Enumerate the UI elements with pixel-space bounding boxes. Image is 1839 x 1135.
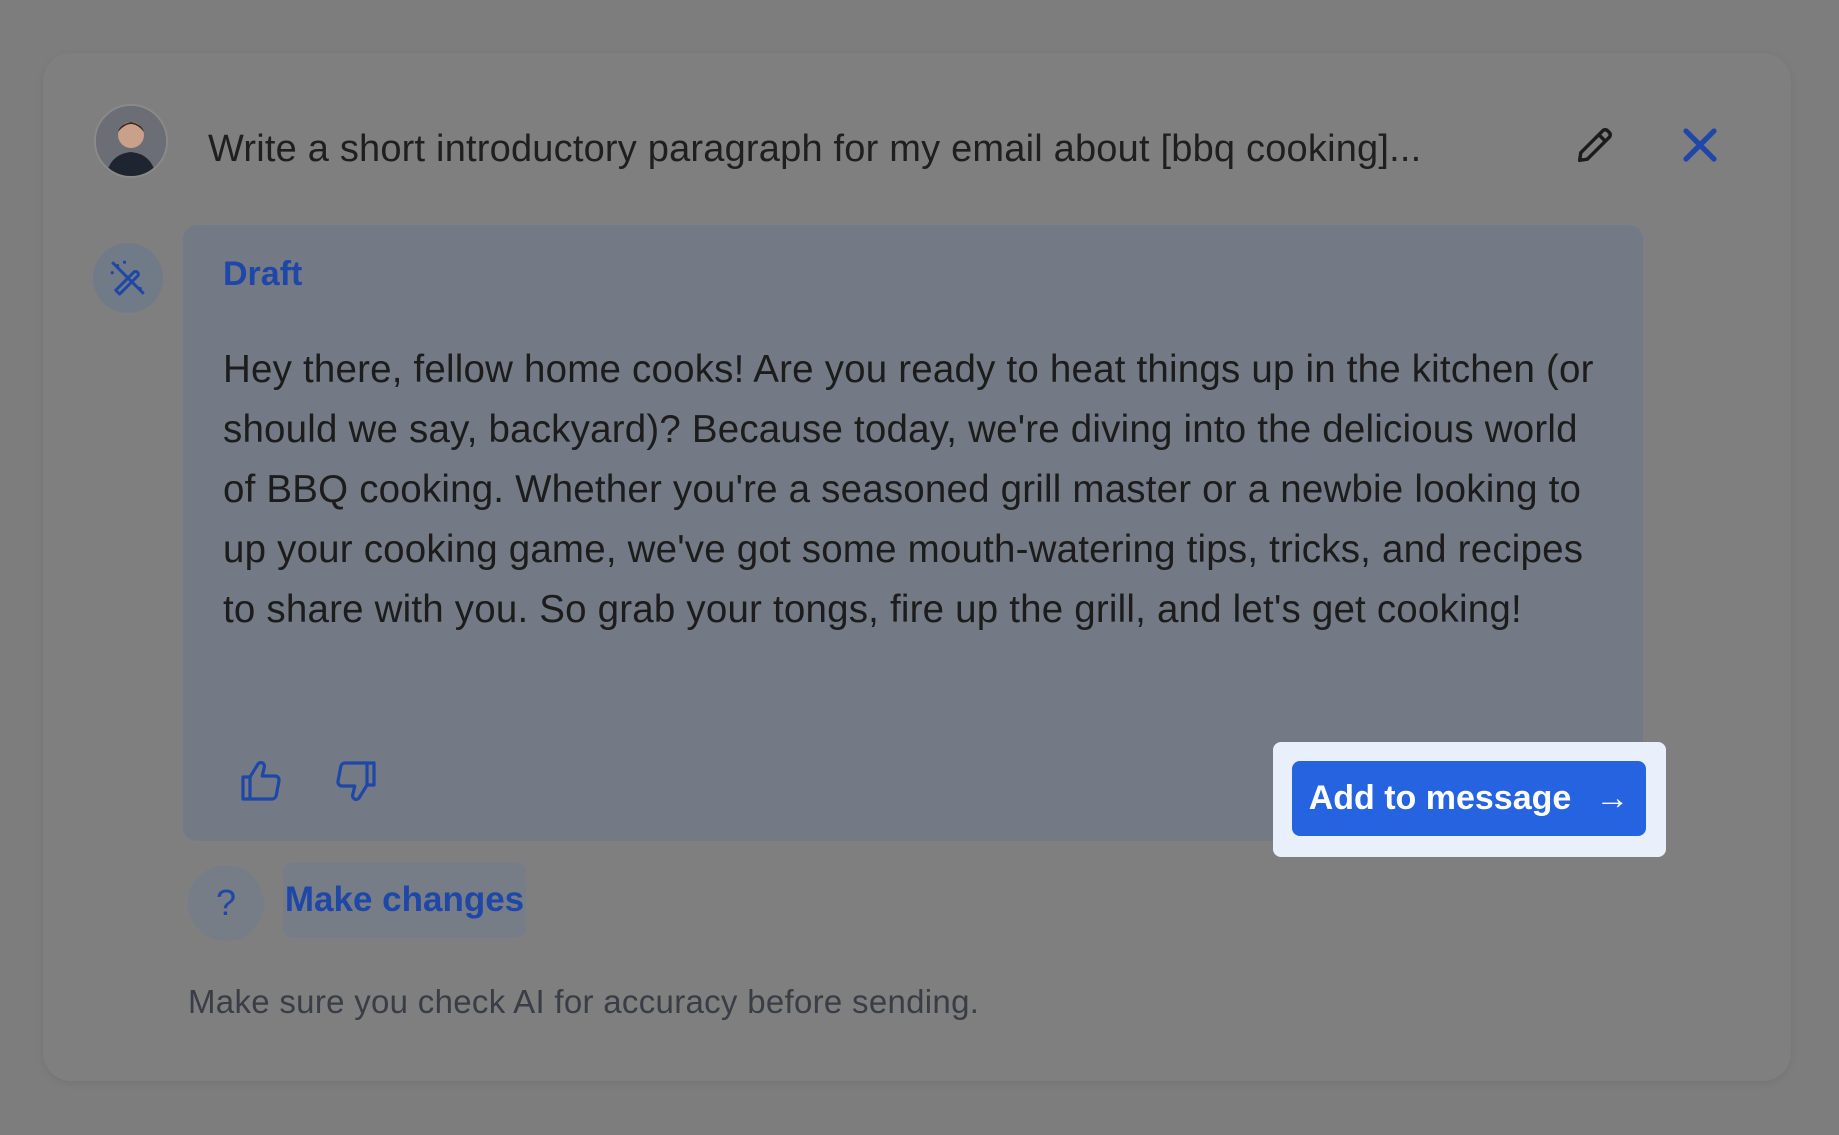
draft-label: Draft (223, 255, 303, 293)
close-icon (1683, 128, 1717, 162)
add-to-message-highlight: Add to message → (1273, 742, 1666, 857)
close-button[interactable] (1670, 115, 1730, 175)
thumbs-down-icon (336, 761, 376, 801)
edit-prompt-button[interactable] (1565, 115, 1625, 175)
thumbs-down-button[interactable] (328, 753, 384, 809)
magic-wand-icon (110, 260, 145, 296)
help-button[interactable]: ? (188, 865, 264, 941)
thumbs-up-icon (241, 761, 281, 801)
draft-badge (93, 243, 163, 313)
ai-draft-panel: Write a short introductory paragraph for… (43, 53, 1791, 1081)
thumbs-up-button[interactable] (233, 753, 289, 809)
user-avatar (94, 104, 168, 178)
draft-body-text: Hey there, fellow home cooks! Are you re… (223, 348, 1594, 631)
add-to-message-button[interactable]: Add to message → (1292, 761, 1646, 836)
prompt-text: Write a short introductory paragraph for… (208, 128, 1422, 170)
add-to-message-label: Add to message (1308, 779, 1572, 817)
make-changes-button[interactable]: Make changes (283, 862, 526, 938)
avatar-image (96, 106, 166, 176)
arrow-right-icon: → (1595, 779, 1630, 817)
draft-card: Draft Hey there, fellow home cooks! Are … (183, 225, 1666, 857)
accuracy-disclaimer: Make sure you check AI for accuracy befo… (188, 983, 980, 1020)
pencil-icon (1577, 128, 1612, 163)
